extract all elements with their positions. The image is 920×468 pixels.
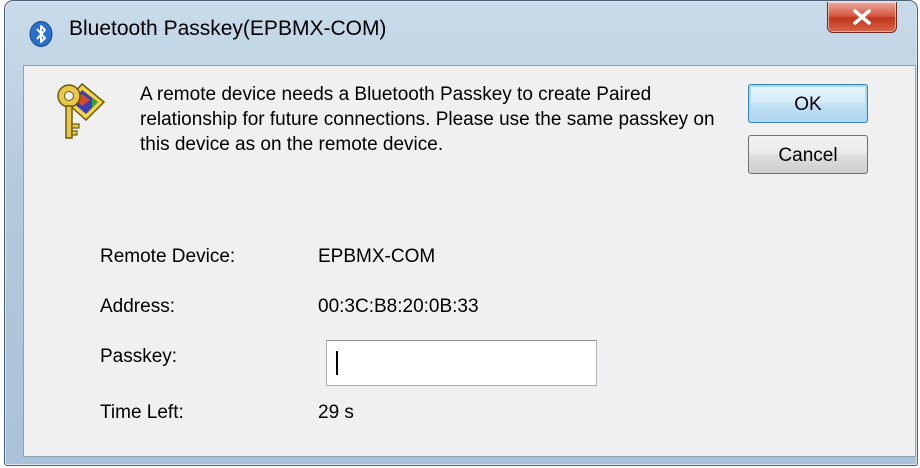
- passkey-label: Passkey:: [100, 346, 178, 367]
- cancel-button[interactable]: Cancel: [748, 135, 868, 174]
- close-icon: [853, 9, 871, 25]
- address-value: 00:3C:B8:20:0B:33: [318, 296, 479, 317]
- text-caret: [336, 351, 338, 375]
- ok-button[interactable]: OK: [748, 84, 868, 123]
- remote-device-label: Remote Device:: [100, 246, 236, 267]
- title-bar[interactable]: Bluetooth Passkey(EPBMX-COM): [5, 1, 917, 65]
- time-left-value: 29 s: [318, 402, 354, 423]
- remote-device-value: EPBMX-COM: [318, 246, 436, 267]
- passkey-input[interactable]: [326, 340, 597, 386]
- dialog-body: A remote device needs a Bluetooth Passke…: [23, 65, 916, 457]
- close-button[interactable]: [827, 2, 897, 33]
- bluetooth-icon: [29, 21, 53, 47]
- keys-icon: [52, 80, 112, 144]
- address-label: Address:: [100, 296, 175, 317]
- time-left-label: Time Left:: [100, 402, 184, 423]
- passkey-dialog: Bluetooth Passkey(EPBMX-COM) A remote de…: [4, 0, 918, 466]
- window-title: Bluetooth Passkey(EPBMX-COM): [69, 17, 387, 40]
- dialog-message: A remote device needs a Bluetooth Passke…: [140, 84, 715, 155]
